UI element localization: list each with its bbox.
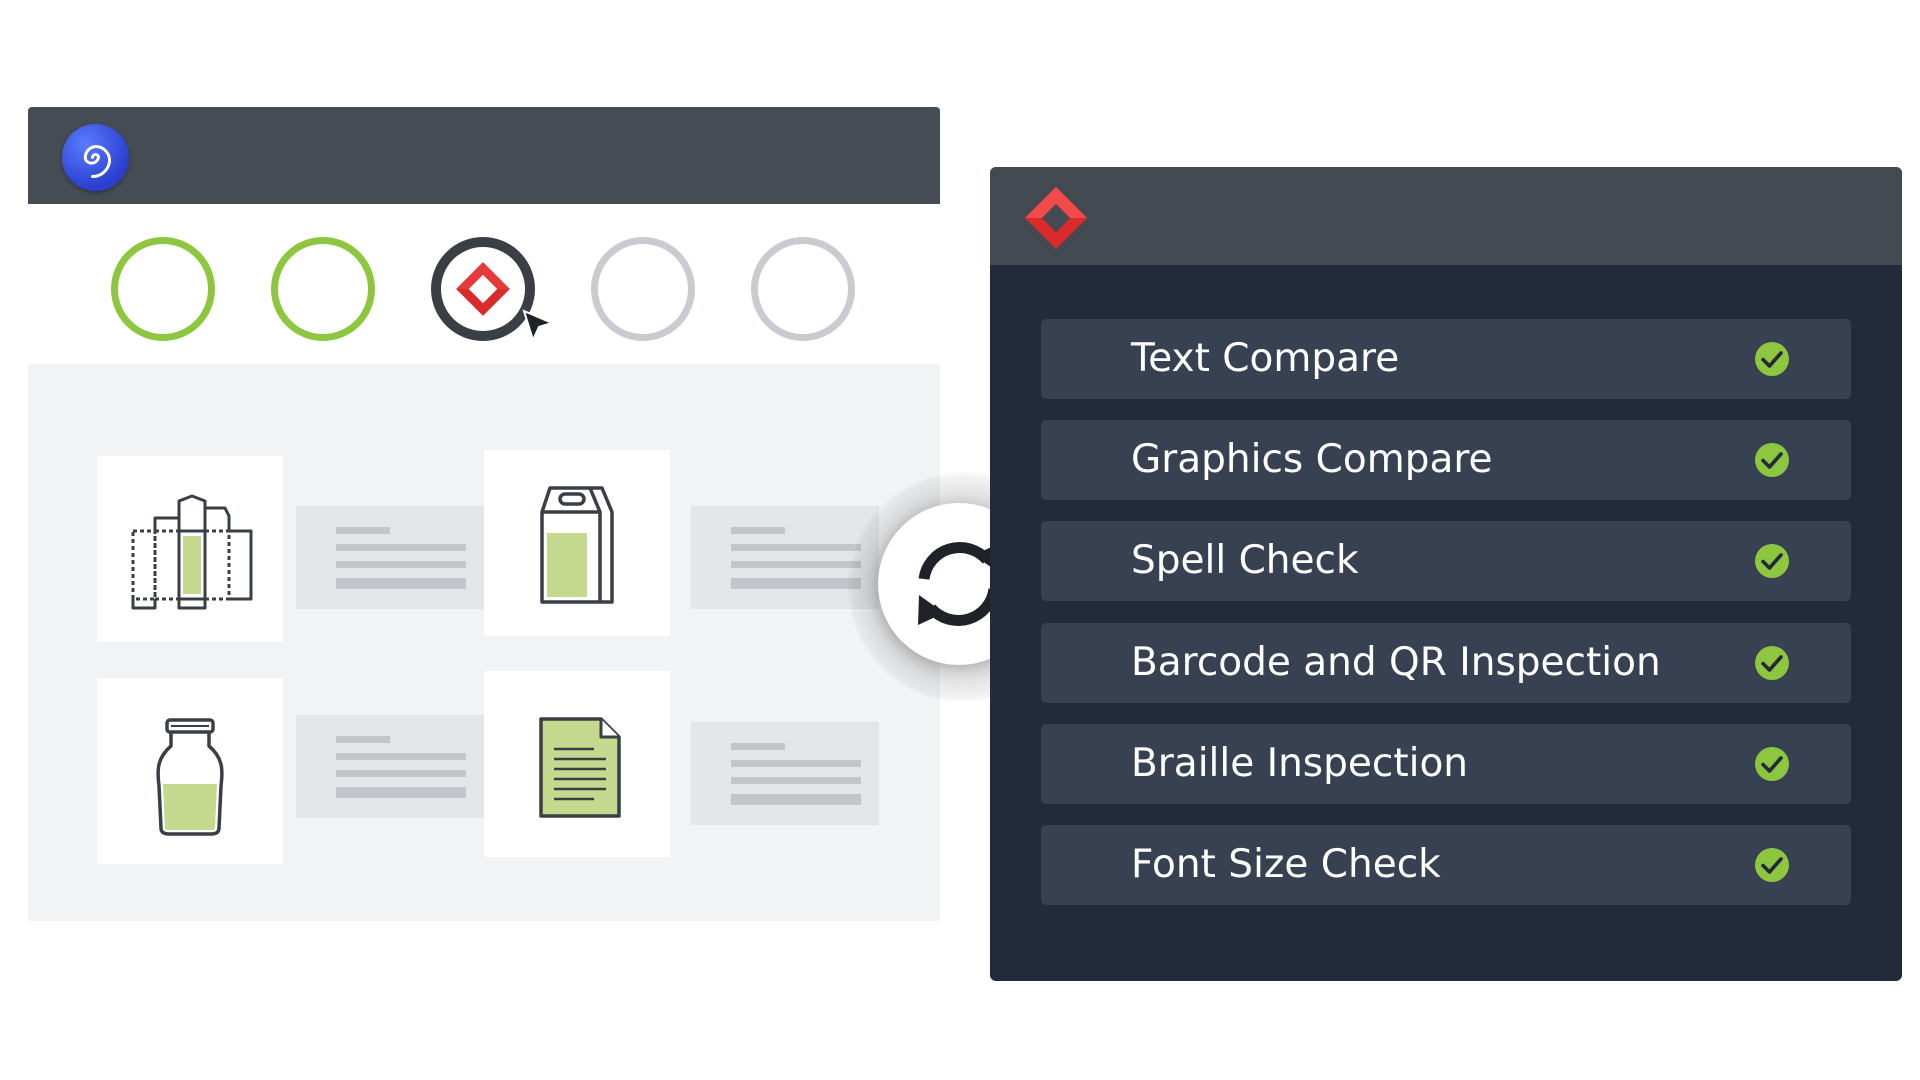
check-circle-icon (1755, 443, 1789, 477)
workflow-steps (28, 204, 940, 364)
bottle-icon[interactable] (97, 678, 283, 864)
inspection-panel: Text Compare Graphics Compare Spell Chec… (990, 167, 1902, 981)
source-app-window (28, 107, 940, 921)
feature-label: Text Compare (1131, 336, 1400, 381)
file-details-placeholder (691, 722, 879, 825)
spiral-icon[interactable] (62, 124, 129, 191)
check-circle-icon (1755, 544, 1789, 578)
source-app-titlebar (28, 107, 940, 204)
diamond-logo-icon (456, 262, 510, 316)
check-circle-icon (1755, 747, 1789, 781)
file-details-placeholder (296, 506, 484, 609)
check-circle-icon (1755, 646, 1789, 680)
step-complete-2[interactable] (271, 237, 375, 341)
feature-label: Font Size Check (1131, 842, 1441, 887)
feature-font-size-check[interactable]: Font Size Check (1041, 825, 1851, 905)
step-pending-1[interactable] (591, 237, 695, 341)
artwork-files-area (28, 364, 940, 921)
cursor-arrow-icon (522, 309, 555, 343)
check-circle-icon (1755, 342, 1789, 376)
feature-braille-inspection[interactable]: Braille Inspection (1041, 724, 1851, 804)
feature-label: Graphics Compare (1131, 437, 1493, 482)
step-complete-1[interactable] (111, 237, 215, 341)
feature-text-compare[interactable]: Text Compare (1041, 319, 1851, 399)
feature-label: Barcode and QR Inspection (1131, 640, 1661, 685)
feature-label: Braille Inspection (1131, 741, 1469, 786)
feature-spell-check[interactable]: Spell Check (1041, 521, 1851, 601)
inspection-panel-titlebar (990, 167, 1902, 265)
feature-barcode-qr-inspection[interactable]: Barcode and QR Inspection (1041, 623, 1851, 703)
pouch-bag-icon[interactable] (484, 450, 670, 636)
folding-carton-icon[interactable] (97, 456, 283, 642)
diamond-logo-icon (1024, 186, 1088, 250)
file-details-placeholder (296, 715, 484, 818)
step-pending-2[interactable] (751, 237, 855, 341)
document-icon[interactable] (484, 671, 670, 857)
feature-label: Spell Check (1131, 538, 1359, 583)
feature-graphics-compare[interactable]: Graphics Compare (1041, 420, 1851, 500)
check-circle-icon (1755, 848, 1789, 882)
